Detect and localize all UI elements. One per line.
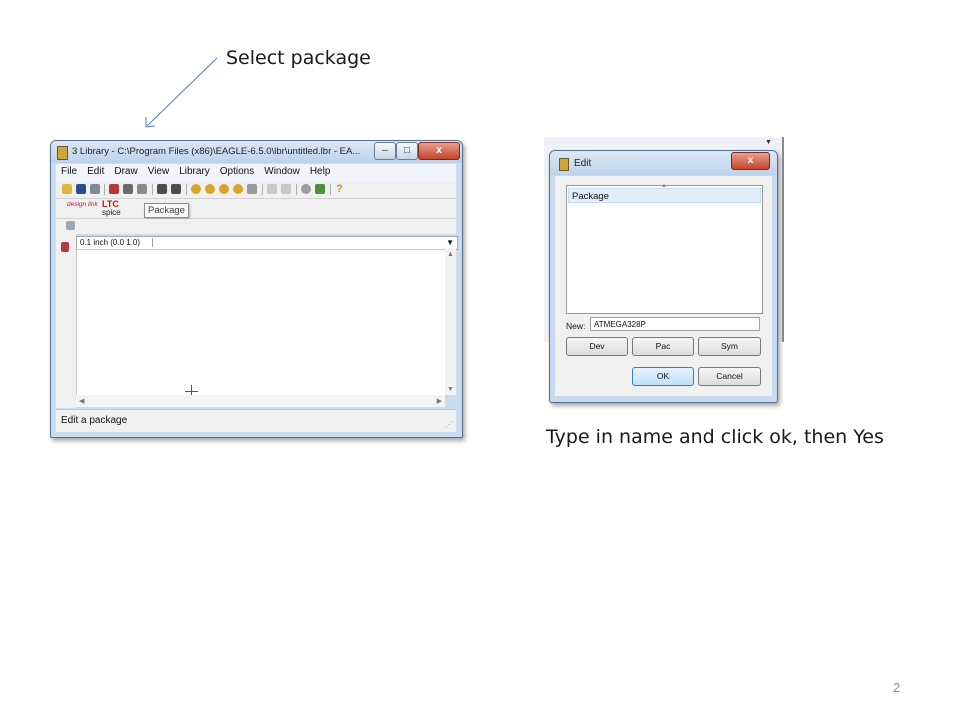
zoom-in-icon[interactable]	[205, 184, 215, 194]
eagle-app-icon	[57, 146, 68, 160]
dev-button[interactable]: Dev	[566, 337, 628, 356]
horizontal-scrollbar[interactable]: ◀ ▶	[76, 395, 445, 407]
menu-library[interactable]: Library	[174, 164, 215, 177]
status-text: Edit a package	[61, 415, 128, 426]
close-button[interactable]: x	[418, 142, 460, 160]
window-title: 3 Library - C:\Program Files (x86)\EAGLE…	[72, 146, 361, 157]
redo-icon[interactable]	[281, 184, 291, 194]
menu-window[interactable]: Window	[259, 164, 305, 177]
zoom-out-icon[interactable]	[219, 184, 229, 194]
undo-icon[interactable]	[267, 184, 277, 194]
schematic-icon[interactable]	[171, 184, 181, 194]
left-toolbar	[56, 234, 76, 408]
cancel-button[interactable]: Cancel	[698, 367, 761, 386]
menu-draw[interactable]: Draw	[109, 164, 142, 177]
scroll-left-icon[interactable]: ◀	[79, 397, 84, 405]
secondary-toolbar	[56, 219, 456, 234]
menu-bar: File Edit Draw View Library Options Window Help	[56, 164, 456, 181]
package-tooltip: Package	[144, 203, 189, 218]
menu-edit[interactable]: Edit	[82, 164, 109, 177]
go-icon[interactable]	[315, 184, 325, 194]
save-icon[interactable]	[76, 184, 86, 194]
dialog-titlebar[interactable]: Edit x	[550, 151, 777, 175]
redraw-icon[interactable]	[247, 184, 257, 194]
scroll-down-icon[interactable]: ▼	[447, 386, 454, 393]
new-name-input[interactable]: ATMEGA328P	[590, 317, 760, 331]
stop-icon[interactable]	[301, 184, 311, 194]
design-link-logo[interactable]: design link	[67, 201, 98, 208]
zoom-select-icon[interactable]	[233, 184, 243, 194]
resize-grip-icon[interactable]: ⋰	[445, 420, 453, 429]
design-toolbar: design link LTC spice Package	[56, 199, 456, 219]
eagle-library-window: 3 Library - C:\Program Files (x86)\EAGLE…	[50, 140, 463, 438]
minimize-button[interactable]: –	[374, 142, 396, 160]
script-icon[interactable]	[137, 184, 147, 194]
vertical-scrollbar[interactable]: ▲ ▼	[445, 249, 456, 395]
open-icon[interactable]	[62, 184, 72, 194]
grid-display: 0.1 inch (0.0 1.0)	[80, 238, 141, 247]
item-list[interactable]: ▲ Package	[566, 183, 763, 314]
menu-view[interactable]: View	[143, 164, 175, 177]
sym-button[interactable]: Sym	[698, 337, 761, 356]
list-item-package[interactable]: Package	[568, 188, 761, 203]
main-toolbar: ?	[56, 181, 456, 199]
command-bar: 0.1 inch (0.0 1.0) ▼	[76, 236, 458, 250]
dialog-body: ▲ Package New: ATMEGA328P Dev Pac Sym OK…	[555, 176, 772, 396]
chevron-down-icon[interactable]: ▼	[446, 237, 454, 249]
dialog-title: Edit	[574, 158, 592, 169]
info-icon[interactable]	[61, 242, 69, 252]
ltc-logo-sub: spice	[102, 208, 121, 217]
maximize-button[interactable]: □	[396, 142, 418, 160]
board-icon[interactable]	[157, 184, 167, 194]
scroll-up-icon[interactable]: ▲	[447, 251, 454, 258]
window-titlebar[interactable]: 3 Library - C:\Program Files (x86)\EAGLE…	[51, 141, 462, 163]
help-icon[interactable]: ?	[336, 184, 346, 195]
chevron-down-icon: ▼	[765, 139, 772, 146]
ok-button[interactable]: OK	[632, 367, 694, 386]
command-input[interactable]	[152, 238, 453, 247]
status-bar: Edit a package ⋰	[56, 409, 456, 432]
drawing-canvas[interactable]	[76, 249, 447, 398]
menu-options[interactable]: Options	[215, 164, 259, 177]
ulp-icon[interactable]	[123, 184, 133, 194]
eagle-app-icon	[559, 158, 569, 171]
layer-icon[interactable]	[66, 221, 75, 230]
new-label: New:	[566, 321, 586, 331]
menu-help[interactable]: Help	[305, 164, 336, 177]
slide-number: 2	[893, 680, 901, 695]
caption-instructions: Type in name and click ok, then Yes	[546, 426, 884, 448]
cam-icon[interactable]	[109, 184, 119, 194]
dialog-close-button[interactable]: x	[731, 152, 770, 170]
pac-button[interactable]: Pac	[632, 337, 694, 356]
scroll-right-icon[interactable]: ▶	[437, 397, 442, 405]
caption-select-package: Select package	[226, 47, 371, 69]
zoom-fit-icon[interactable]	[191, 184, 201, 194]
edit-dialog: Edit x ▲ Package New: ATMEGA328P Dev Pac…	[549, 150, 778, 403]
print-icon[interactable]	[90, 184, 100, 194]
menu-file[interactable]: File	[56, 164, 82, 177]
ltc-spice-logo[interactable]: LTC spice	[102, 200, 121, 217]
